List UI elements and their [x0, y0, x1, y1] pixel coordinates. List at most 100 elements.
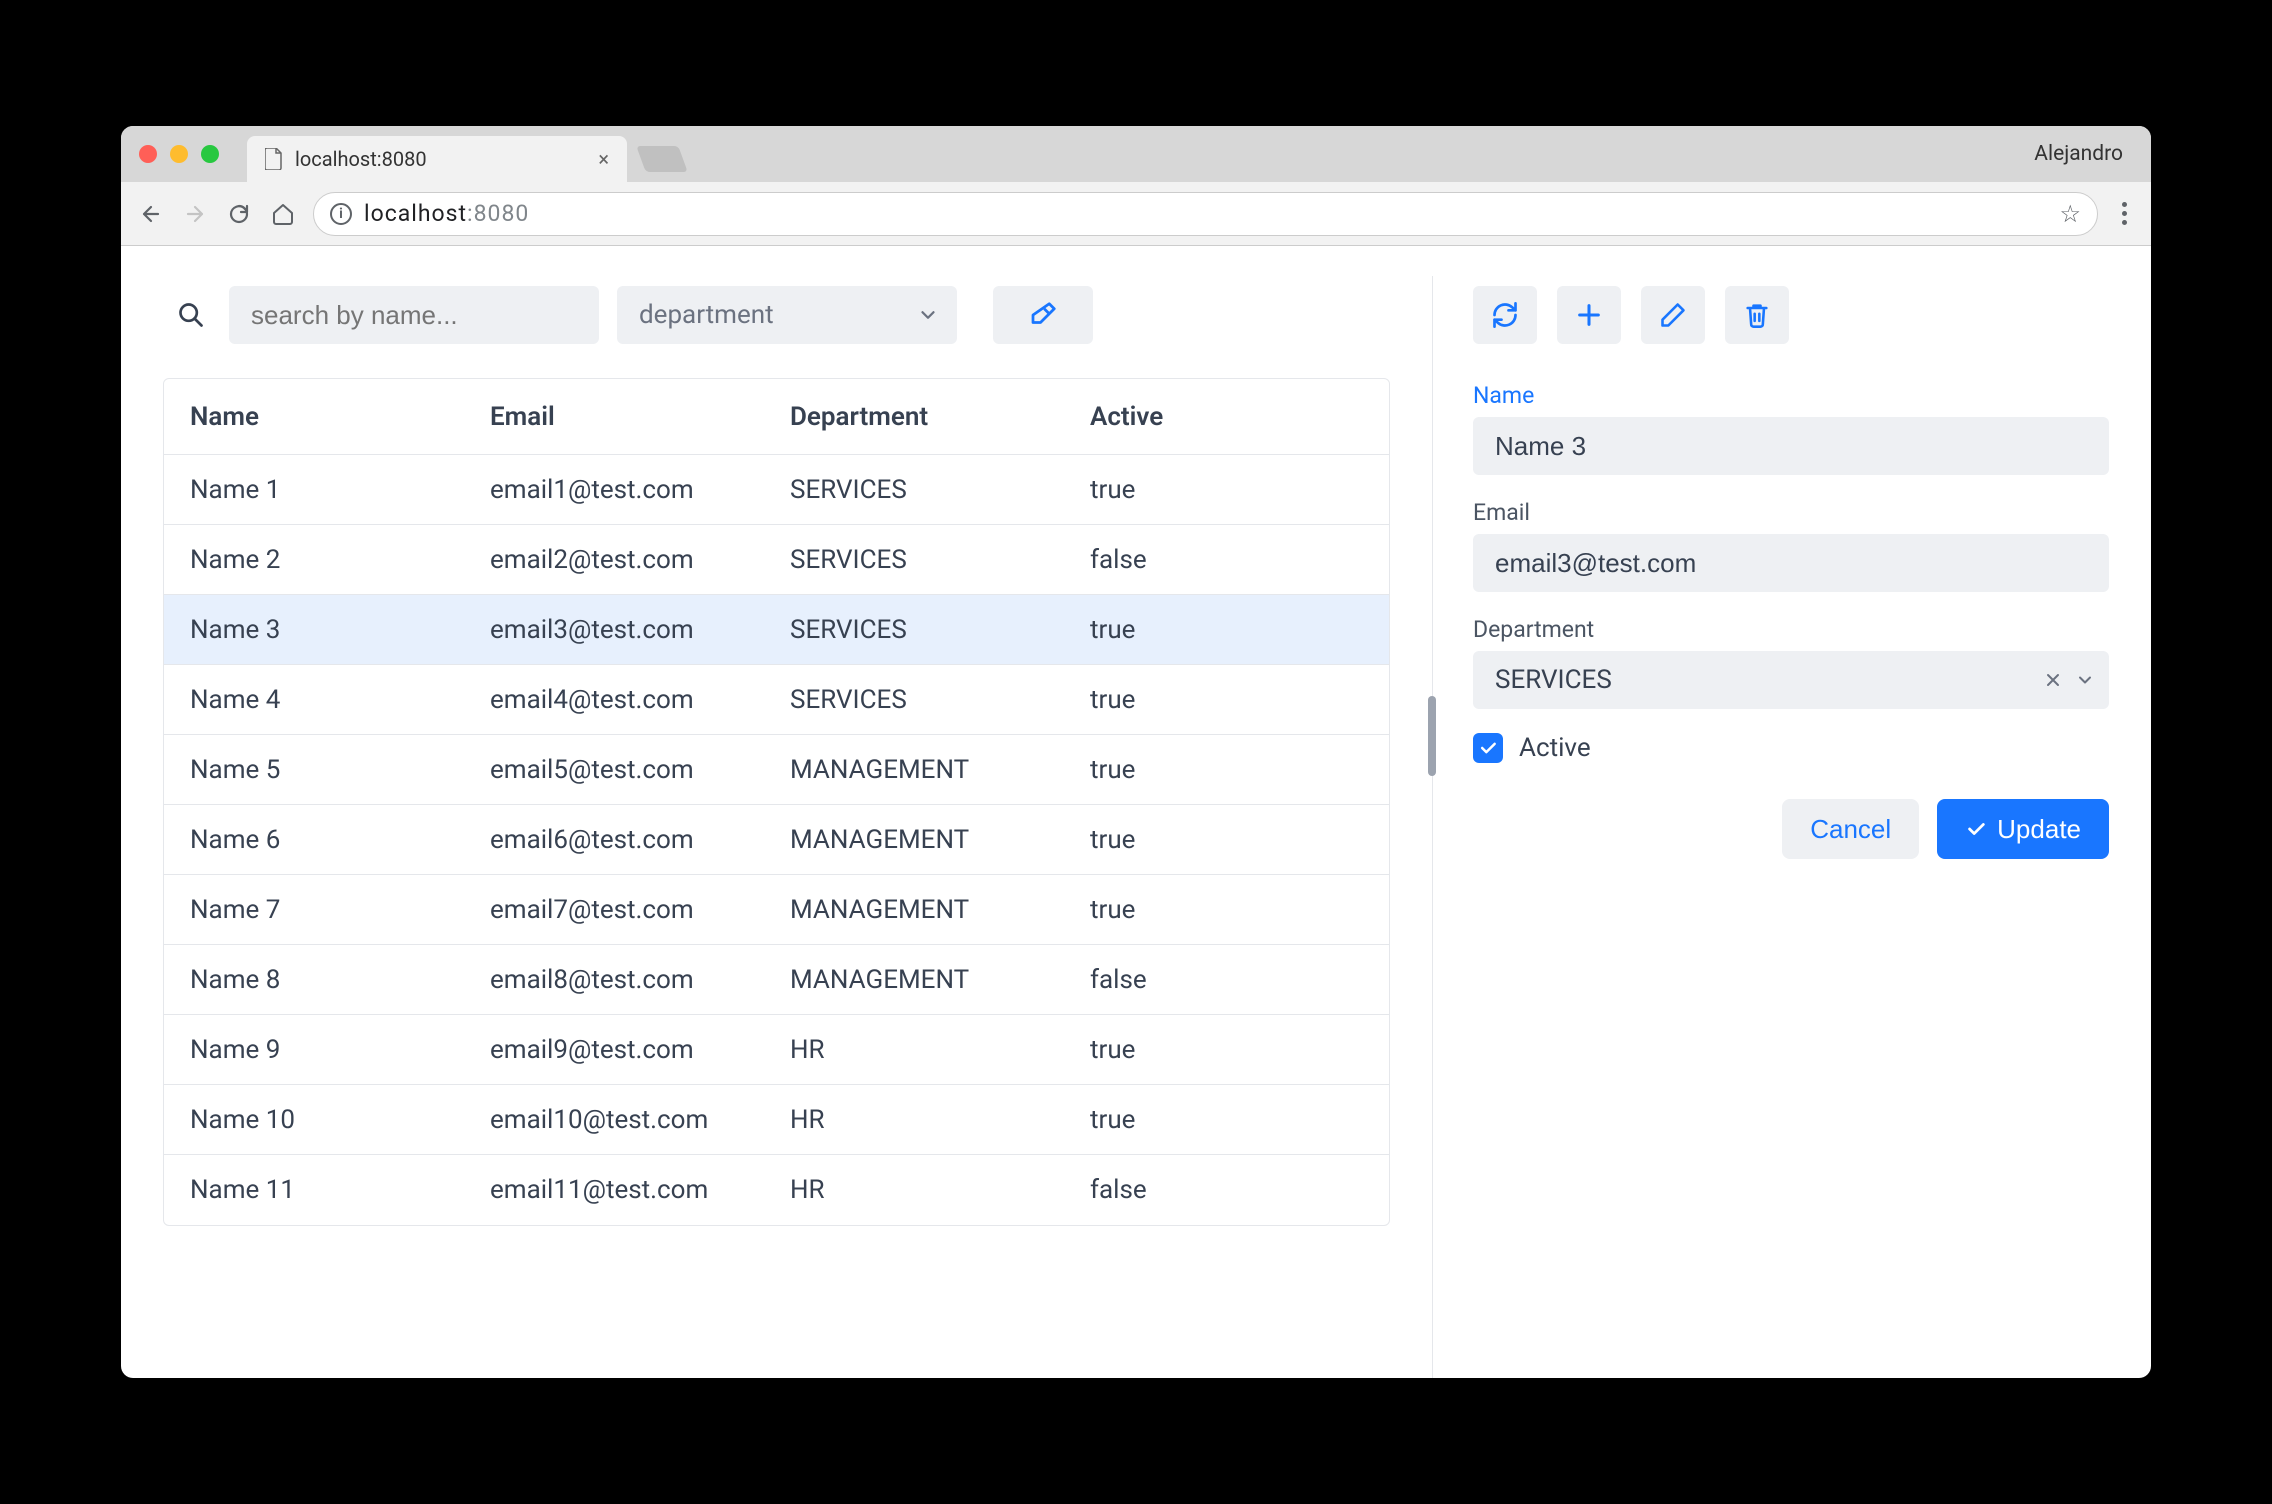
cell-department: SERVICES: [790, 545, 1090, 575]
clear-button[interactable]: [993, 286, 1093, 344]
cell-email: email8@test.com: [490, 965, 790, 995]
table-row[interactable]: Name 2email2@test.comSERVICESfalse: [164, 525, 1389, 595]
file-icon: [265, 148, 285, 170]
email-field[interactable]: [1473, 534, 2109, 592]
cell-email: email11@test.com: [490, 1175, 790, 1205]
cell-name: Name 6: [190, 825, 490, 855]
department-field[interactable]: SERVICES: [1473, 651, 2109, 709]
address-bar[interactable]: i localhost:8080 ☆: [313, 192, 2098, 236]
cell-department: HR: [790, 1175, 1090, 1205]
department-placeholder: department: [639, 300, 774, 330]
cell-department: MANAGEMENT: [790, 965, 1090, 995]
tab-title: localhost:8080: [295, 147, 427, 171]
divider-handle-icon[interactable]: [1428, 696, 1436, 776]
back-button[interactable]: [137, 200, 165, 228]
cell-active: false: [1090, 1175, 1290, 1205]
form-buttons: Cancel Update: [1473, 799, 2109, 859]
browser-menu-button[interactable]: [2114, 202, 2135, 225]
search-toolbar: department: [163, 286, 1432, 344]
department-select[interactable]: department: [617, 286, 957, 344]
browser-toolbar: i localhost:8080 ☆: [121, 182, 2151, 246]
browser-tab[interactable]: localhost:8080 ×: [247, 136, 627, 182]
bookmark-icon[interactable]: ☆: [2059, 200, 2081, 228]
active-label: Active: [1519, 733, 1591, 763]
url-text: localhost:8080: [364, 200, 529, 227]
table-row[interactable]: Name 10email10@test.comHRtrue: [164, 1085, 1389, 1155]
edit-button[interactable]: [1641, 286, 1705, 344]
form-group-name: Name: [1473, 382, 2109, 475]
update-button[interactable]: Update: [1937, 799, 2109, 859]
traffic-lights: [139, 145, 219, 163]
cell-email: email5@test.com: [490, 755, 790, 785]
chevron-down-icon[interactable]: [2075, 670, 2095, 690]
clear-icon[interactable]: [2043, 670, 2063, 690]
cell-email: email3@test.com: [490, 615, 790, 645]
department-label: Department: [1473, 616, 2109, 643]
header-department[interactable]: Department: [790, 402, 1090, 432]
cell-email: email2@test.com: [490, 545, 790, 575]
forward-button[interactable]: [181, 200, 209, 228]
cell-department: MANAGEMENT: [790, 755, 1090, 785]
cell-department: SERVICES: [790, 685, 1090, 715]
refresh-button[interactable]: [1473, 286, 1537, 344]
cell-email: email1@test.com: [490, 475, 790, 505]
table-row[interactable]: Name 8email8@test.comMANAGEMENTfalse: [164, 945, 1389, 1015]
close-window-button[interactable]: [139, 145, 157, 163]
cell-active: true: [1090, 895, 1290, 925]
delete-button[interactable]: [1725, 286, 1789, 344]
table-row[interactable]: Name 11email11@test.comHRfalse: [164, 1155, 1389, 1225]
minimize-window-button[interactable]: [170, 145, 188, 163]
maximize-window-button[interactable]: [201, 145, 219, 163]
new-tab-button[interactable]: [636, 146, 687, 172]
plus-icon: [1575, 301, 1603, 329]
cell-active: false: [1090, 965, 1290, 995]
cell-active: true: [1090, 475, 1290, 505]
cell-active: false: [1090, 545, 1290, 575]
check-icon: [1478, 738, 1498, 758]
cell-name: Name 5: [190, 755, 490, 785]
table-row[interactable]: Name 5email5@test.comMANAGEMENTtrue: [164, 735, 1389, 805]
app-content: department Name Email Department Active: [121, 246, 2151, 1378]
name-field[interactable]: [1473, 417, 2109, 475]
search-icon: [163, 301, 211, 329]
left-panel: department Name Email Department Active: [121, 246, 1432, 1378]
form-group-email: Email: [1473, 499, 2109, 592]
header-name[interactable]: Name: [190, 402, 490, 432]
active-checkbox-row[interactable]: Active: [1473, 733, 2109, 763]
close-tab-icon[interactable]: ×: [598, 147, 609, 171]
cancel-button[interactable]: Cancel: [1782, 799, 1919, 859]
table-row[interactable]: Name 9email9@test.comHRtrue: [164, 1015, 1389, 1085]
split-divider[interactable]: [1432, 276, 1433, 1378]
search-input[interactable]: [229, 286, 599, 344]
table-row[interactable]: Name 4email4@test.comSERVICEStrue: [164, 665, 1389, 735]
table-header: Name Email Department Active: [164, 379, 1389, 455]
name-label: Name: [1473, 382, 2109, 409]
table-row[interactable]: Name 3email3@test.comSERVICEStrue: [164, 595, 1389, 665]
add-button[interactable]: [1557, 286, 1621, 344]
cell-email: email9@test.com: [490, 1035, 790, 1065]
trash-icon: [1743, 301, 1771, 329]
header-active[interactable]: Active: [1090, 402, 1290, 432]
table-row[interactable]: Name 6email6@test.comMANAGEMENTtrue: [164, 805, 1389, 875]
cell-name: Name 7: [190, 895, 490, 925]
cell-active: true: [1090, 1035, 1290, 1065]
cell-name: Name 11: [190, 1175, 490, 1205]
table-row[interactable]: Name 7email7@test.comMANAGEMENTtrue: [164, 875, 1389, 945]
header-email[interactable]: Email: [490, 402, 790, 432]
site-info-icon[interactable]: i: [330, 203, 352, 225]
reload-button[interactable]: [225, 200, 253, 228]
cell-name: Name 1: [190, 475, 490, 505]
cell-name: Name 9: [190, 1035, 490, 1065]
cell-name: Name 2: [190, 545, 490, 575]
active-checkbox[interactable]: [1473, 733, 1503, 763]
cell-department: SERVICES: [790, 475, 1090, 505]
table-row[interactable]: Name 1email1@test.comSERVICEStrue: [164, 455, 1389, 525]
cell-active: true: [1090, 825, 1290, 855]
cell-active: true: [1090, 615, 1290, 645]
cell-name: Name 4: [190, 685, 490, 715]
user-table: Name Email Department Active Name 1email…: [163, 378, 1390, 1226]
home-button[interactable]: [269, 200, 297, 228]
check-icon: [1965, 818, 1987, 840]
table-body[interactable]: Name 1email1@test.comSERVICEStrueName 2e…: [164, 455, 1389, 1225]
profile-name[interactable]: Alejandro: [2034, 142, 2133, 166]
